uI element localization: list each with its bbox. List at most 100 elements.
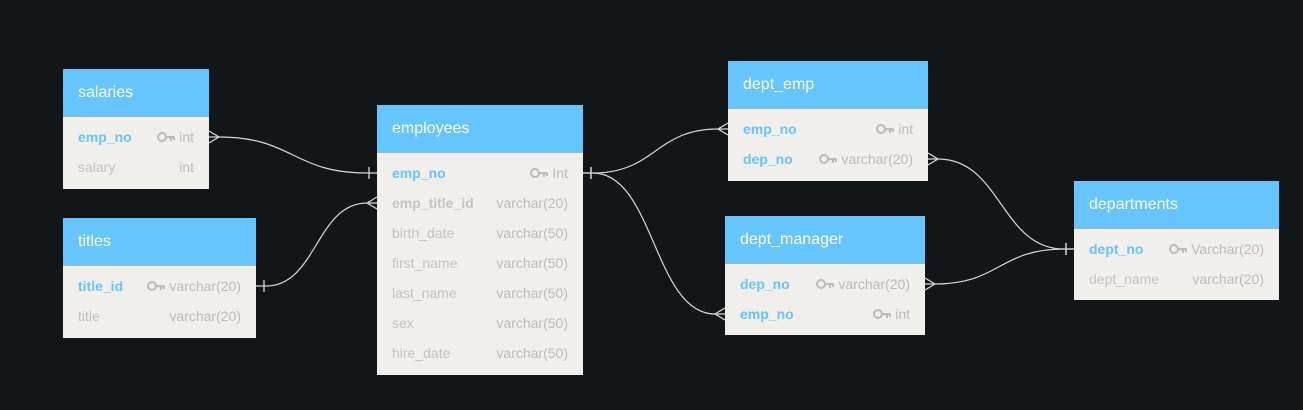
- table-header[interactable]: dept_emp: [728, 61, 928, 109]
- column-row[interactable]: title_id varchar(20): [63, 271, 256, 301]
- table-columns: emp_no int salary int: [63, 117, 209, 188]
- table-header[interactable]: departments: [1074, 181, 1279, 229]
- column-type: int: [179, 152, 194, 182]
- column-type-label: varchar(20): [169, 278, 241, 294]
- column-row[interactable]: sex varchar(50): [377, 308, 583, 338]
- column-type: varchar(20): [169, 301, 241, 331]
- column-type-label: varchar(50): [496, 255, 568, 271]
- key-icon: [873, 309, 892, 320]
- column-name: emp_title_id: [392, 195, 474, 211]
- column-type: varchar(50): [496, 248, 568, 278]
- table-salaries[interactable]: salaries emp_no int salary int: [63, 69, 209, 189]
- column-type-label: varchar(20): [1192, 271, 1264, 287]
- table-columns: emp_no int dep_no varchar(20): [728, 109, 928, 180]
- column-name: emp_no: [743, 121, 797, 137]
- table-dept-manager[interactable]: dept_manager dep_no varchar(20) emp_no int: [725, 216, 925, 335]
- column-type-label: varchar(50): [496, 285, 568, 301]
- column-row[interactable]: emp_title_id varchar(20): [377, 188, 583, 218]
- column-row[interactable]: title varchar(20): [63, 301, 256, 331]
- table-departments[interactable]: departments dept_no Varchar(20) dept_name va…: [1074, 181, 1279, 300]
- column-type: int: [876, 114, 913, 144]
- column-name: salary: [78, 159, 116, 175]
- relationship-link[interactable]: [208, 130, 377, 179]
- key-icon: [1169, 244, 1188, 255]
- column-type-label: int: [179, 159, 194, 175]
- column-row[interactable]: dept_no Varchar(20): [1074, 234, 1279, 264]
- column-row[interactable]: dept_name varchar(20): [1074, 264, 1279, 294]
- column-type: varchar(20): [147, 271, 241, 301]
- column-type-label: varchar(50): [496, 225, 568, 241]
- column-row[interactable]: birth_date varchar(50): [377, 218, 583, 248]
- column-type: varchar(50): [496, 338, 568, 368]
- key-icon: [819, 154, 838, 165]
- column-type: varchar(50): [496, 308, 568, 338]
- key-icon: [530, 168, 549, 179]
- column-row[interactable]: emp_no Int: [377, 158, 583, 188]
- column-row[interactable]: last_name varchar(50): [377, 278, 583, 308]
- column-type-label: Varchar(20): [1191, 241, 1264, 257]
- column-type-label: varchar(20): [841, 151, 913, 167]
- column-type: varchar(20): [816, 269, 910, 299]
- table-columns: dept_no Varchar(20) dept_name varchar(20): [1074, 229, 1279, 300]
- table-dept-emp[interactable]: dept_emp emp_no int dep_no varchar(20): [728, 61, 928, 181]
- column-type-label: varchar(20): [496, 195, 568, 211]
- column-name: last_name: [392, 285, 457, 301]
- table-titles[interactable]: titles title_id varchar(20) title varchar(20…: [63, 218, 256, 338]
- column-name: hire_date: [392, 345, 451, 361]
- column-type-label: varchar(50): [496, 315, 568, 331]
- column-name: dep_no: [743, 151, 793, 167]
- column-type-label: varchar(20): [838, 276, 910, 292]
- column-type: Varchar(20): [1169, 234, 1264, 264]
- column-row[interactable]: first_name varchar(50): [377, 248, 583, 278]
- table-header[interactable]: dept_manager: [725, 216, 925, 264]
- column-type-label: int: [898, 121, 913, 137]
- column-name: dept_name: [1089, 271, 1160, 287]
- column-type: int: [873, 299, 910, 329]
- column-type: Int: [530, 158, 568, 188]
- column-row[interactable]: emp_no int: [63, 122, 209, 152]
- relationship-link[interactable]: [583, 122, 729, 179]
- table-columns: title_id varchar(20) title varchar(20): [63, 266, 256, 337]
- key-icon: [147, 281, 166, 292]
- relationship-link[interactable]: [924, 243, 1074, 291]
- column-name: sex: [392, 315, 414, 331]
- column-type: int: [157, 122, 194, 152]
- column-row[interactable]: salary int: [63, 152, 209, 182]
- column-name: emp_no: [392, 165, 446, 181]
- relationship-link[interactable]: [256, 196, 378, 292]
- column-name: title_id: [78, 278, 124, 294]
- column-name: birth_date: [392, 225, 455, 241]
- table-columns: dep_no varchar(20) emp_no int: [725, 264, 925, 335]
- column-type-label: varchar(20): [169, 308, 241, 324]
- column-name: emp_no: [740, 306, 794, 322]
- column-row[interactable]: hire_date varchar(50): [377, 338, 583, 368]
- column-type-label: Int: [552, 165, 568, 181]
- column-name: emp_no: [78, 129, 132, 145]
- key-icon: [157, 132, 176, 143]
- table-header[interactable]: titles: [63, 218, 256, 266]
- column-type: varchar(50): [496, 278, 568, 308]
- key-icon: [816, 279, 835, 290]
- column-row[interactable]: emp_no int: [725, 299, 925, 329]
- column-type-label: varchar(50): [496, 345, 568, 361]
- column-row[interactable]: emp_no int: [728, 114, 928, 144]
- key-icon: [876, 124, 895, 135]
- column-type: varchar(20): [1192, 264, 1264, 294]
- column-row[interactable]: dep_no varchar(20): [725, 269, 925, 299]
- column-name: dept_no: [1089, 241, 1144, 257]
- table-header[interactable]: salaries: [63, 69, 209, 117]
- column-type-label: int: [895, 306, 910, 322]
- column-type: varchar(20): [819, 144, 913, 174]
- table-employees[interactable]: employees emp_no Int emp_title_id varchar(20…: [377, 105, 583, 375]
- table-columns: emp_no Int emp_title_id varchar(20) birth_da…: [377, 153, 583, 374]
- column-row[interactable]: dep_no varchar(20): [728, 144, 928, 174]
- column-name: title: [78, 308, 100, 324]
- relationship-link[interactable]: [583, 167, 726, 321]
- column-type-label: int: [179, 129, 194, 145]
- relationship-link[interactable]: [927, 152, 1074, 255]
- column-name: first_name: [392, 255, 458, 271]
- table-header[interactable]: employees: [377, 105, 583, 153]
- er-diagram-canvas[interactable]: salaries emp_no int salary int titles title_i…: [0, 0, 1303, 410]
- column-type: varchar(50): [496, 218, 568, 248]
- column-type: varchar(20): [496, 188, 568, 218]
